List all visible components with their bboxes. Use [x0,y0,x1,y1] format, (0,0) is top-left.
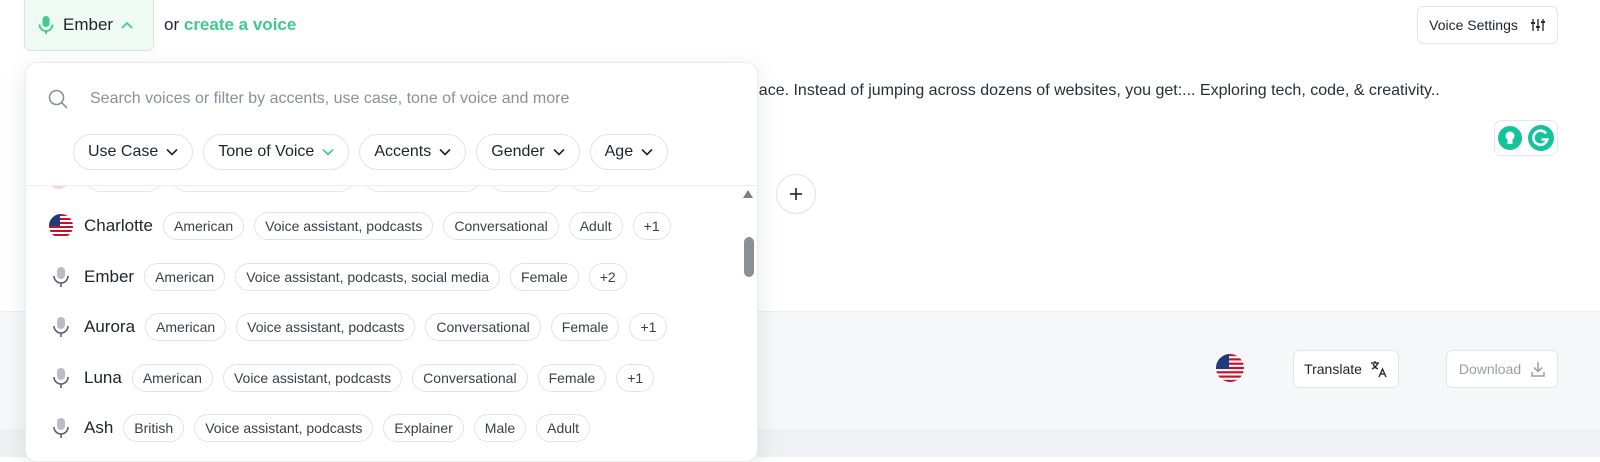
voice-tag: Voice assistant, podcasts [194,414,374,442]
filter-use-case[interactable]: Use Case [73,134,194,170]
voice-selector-button[interactable]: Ember [24,0,154,51]
search-icon [48,89,68,109]
more-tags-badge: +1 [632,212,671,240]
voice-tag: Voice assistant, podcasts, social media [235,262,501,291]
plus-icon [790,188,802,200]
voice-name: Luna [84,367,122,387]
filter-label: Gender [491,143,545,160]
download-icon [1531,362,1545,377]
chevron-down-icon [166,148,178,156]
chevron-down-icon [322,148,334,156]
scroll-up-arrow[interactable] [743,190,753,198]
voice-tag: Male [473,414,527,442]
voice-tag: Adult [536,414,591,442]
microphone-icon [38,16,54,34]
voice-tag: Voice assistant, podcasts [236,313,416,341]
more-tags-badge: +2 [588,262,627,291]
voice-tag: American [145,313,227,341]
filter-age[interactable]: Age [589,134,669,170]
filter-label: Accents [374,143,432,160]
chevron-down-icon [641,148,653,156]
chevron-down-icon [553,148,565,156]
writing-assistant[interactable] [1494,120,1558,156]
or-create-voice: or create a voice [164,15,296,35]
language-flag[interactable] [1216,354,1244,387]
voice-row-charlotte[interactable]: Charlotte American Voice assistant, podcas… [48,210,671,242]
chevron-up-icon [121,21,133,29]
translate-button[interactable]: Translate [1293,350,1399,388]
add-block-button[interactable] [776,174,816,214]
microphone-icon [53,418,69,438]
us-flag-icon [49,214,73,238]
voice-search [48,89,690,109]
us-flag-icon [1216,354,1244,382]
voice-list[interactable]: Charlotte American Voice assistant, podcas… [26,186,736,461]
voice-tag: American [144,262,226,291]
filter-label: Tone of Voice [218,143,315,160]
selected-voice-label: Ember [63,15,114,34]
voice-tag: Voice assistant, podcasts [254,212,434,240]
filter-label: Age [604,143,634,160]
more-tags-badge: +1 [616,363,655,392]
voice-tag: Conversational [443,212,559,240]
translate-label: Translate [1304,361,1362,377]
translate-icon [1370,361,1387,378]
lightbulb-icon [1498,126,1522,150]
microphone-icon [53,367,69,388]
voice-tag: Female [510,262,579,291]
voice-avatar [48,365,74,391]
voice-tag: Female [537,363,607,392]
voice-tags: British Voice assistant, podcasts Explaine… [123,414,591,442]
voice-tags: American Voice assistant, podcasts Convers… [162,212,671,240]
voice-avatar [48,314,74,340]
list-item-partial [48,186,604,194]
microphone-icon [53,317,69,337]
voice-avatar [48,415,74,441]
voice-tag: Adult [568,212,623,240]
voice-tags: American Voice assistant, podcasts, socia… [144,262,627,291]
voice-row-aurora[interactable]: Aurora American Voice assistant, podcasts C… [48,311,668,343]
filter-label: Use Case [88,143,159,160]
voice-tag: Explainer [383,414,464,442]
voice-avatar [48,213,74,239]
voice-tag: British [123,414,185,442]
voice-row-luna[interactable]: Luna American Voice assistant, podcasts Con… [48,362,655,394]
voice-tag: Voice assistant, podcasts [222,363,403,392]
download-button[interactable]: Download [1446,350,1558,388]
voice-tag: American [131,363,213,392]
voice-tag: American [162,212,245,240]
voice-name: Ash [84,418,114,437]
filter-accents[interactable]: Accents [359,134,467,170]
voice-name: Ember [84,266,135,286]
voice-tags: American Voice assistant, podcasts Convers… [145,313,668,341]
chevron-down-icon [439,148,451,156]
voice-row-ember[interactable]: Ember American Voice assistant, podcasts, … [48,261,627,293]
voice-tag: Conversational [425,313,541,341]
voice-row-ash[interactable]: Ash British Voice assistant, podcasts Expla… [48,412,591,444]
voice-tag: Conversational [412,363,528,392]
voice-tag: Female [550,313,620,341]
voice-search-input[interactable] [90,90,690,108]
grammarly-icon [1528,125,1554,151]
voice-dropdown: Use Case Tone of Voice Accents Gender Age Ch… [25,62,758,462]
download-label: Download [1458,361,1522,377]
voice-name: Aurora [84,317,136,336]
microphone-icon [53,266,69,287]
scrollbar-thumb[interactable] [744,237,754,277]
filter-gender[interactable]: Gender [476,134,580,170]
filter-bar: Use Case Tone of Voice Accents Gender Age [73,134,669,170]
script-text[interactable]: e place. Instead of jumping across dozen… [733,82,1440,100]
voice-name: Charlotte [84,216,153,235]
filter-tone-of-voice[interactable]: Tone of Voice [203,134,350,170]
voice-tags: American Voice assistant, podcasts Convers… [131,363,655,392]
voice-settings-button[interactable]: Voice Settings [1417,6,1558,44]
create-voice-link[interactable]: create a voice [184,15,296,34]
sliders-icon [1530,19,1545,31]
voice-settings-label: Voice Settings [1429,17,1518,33]
voice-avatar [48,264,74,290]
more-tags-badge: +1 [629,313,668,341]
or-text: or [164,15,180,34]
